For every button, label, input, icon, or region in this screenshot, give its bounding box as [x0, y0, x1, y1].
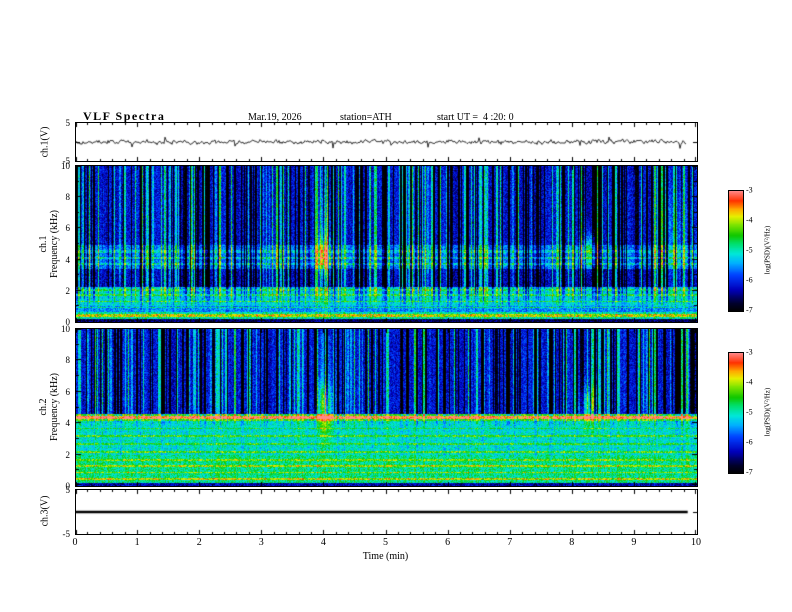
ch2-spectrogram-canvas — [75, 328, 698, 487]
ch3-waveform-canvas — [75, 489, 698, 535]
x-tick-label: 2 — [196, 537, 202, 548]
spec1-ytick-label: 6 — [65, 223, 71, 234]
x-tick-label: 7 — [507, 537, 513, 548]
colorbar2-tick-label: -7 — [746, 467, 753, 477]
x-tick-label: 5 — [383, 537, 388, 548]
spec2-ytick-label: 8 — [65, 355, 71, 366]
ch2-spec-ytick-labels: 0 2 4 6 8 10 — [38, 324, 72, 491]
x-tick-label: 0 — [72, 537, 78, 548]
spec1-ytick-label: 2 — [65, 285, 71, 296]
colorbar2-tick-label: -3 — [746, 347, 753, 357]
x-tick-label: 10 — [691, 537, 701, 548]
colorbar1-tick-label: -6 — [746, 275, 753, 285]
x-tick-label: 4 — [320, 537, 326, 548]
vlf-spectra-figure: VLF Spectra Mar.19, 2026 station=ATH sta… — [0, 0, 792, 612]
ch1-spectrogram-canvas — [75, 165, 698, 323]
x-tick-label: 9 — [631, 537, 637, 548]
colorbar1-tick-label: -5 — [746, 245, 753, 255]
x-tick-label: 3 — [258, 537, 264, 548]
ch1-wave-ytick-labels: 5 -5 — [38, 118, 72, 166]
colorbar2-tick-label: -5 — [746, 407, 753, 417]
colorbar2-tick-label: -6 — [746, 437, 753, 447]
wave1-ytick-label: 5 — [65, 118, 71, 128]
spec1-ytick-label: 4 — [65, 254, 71, 265]
colorbar1-label: log(PSD)(V²/Hz) — [763, 225, 772, 275]
spec2-ytick-label: 10 — [61, 324, 70, 334]
spec1-ytick-label: 8 — [65, 192, 71, 203]
x-tick-label: 6 — [445, 537, 451, 548]
x-tick-labels: 0 1 2 3 4 5 6 7 8 9 10 — [72, 537, 702, 549]
ch1-spec-ytick-labels: 0 2 4 6 8 10 — [38, 161, 72, 327]
colorbar1-tick-label: -4 — [746, 215, 753, 225]
x-tick-label: 8 — [569, 537, 575, 548]
colorbar1-tick-label: -3 — [746, 185, 753, 195]
colorbar1-canvas — [728, 190, 744, 312]
colorbar2-canvas — [728, 352, 744, 474]
spec2-ytick-label: 6 — [65, 386, 71, 397]
colorbar1-tick-label: -7 — [746, 305, 753, 315]
spec2-ytick-label: 2 — [65, 449, 71, 460]
wave3-ytick-label: 5 — [65, 485, 71, 495]
ch1-waveform-canvas — [75, 122, 698, 162]
x-axis-title: Time (min) — [362, 551, 409, 562]
x-tick-label: 1 — [134, 537, 140, 548]
spec2-ytick-label: 4 — [65, 418, 71, 429]
ch3-wave-ytick-labels: 5 -5 — [38, 485, 72, 539]
colorbar2-tick-label: -4 — [746, 377, 753, 387]
wave3-ytick-label: -5 — [62, 529, 71, 539]
spec1-ytick-label: 10 — [61, 161, 70, 171]
colorbar2-label: log(PSD)(V²/Hz) — [763, 387, 772, 437]
